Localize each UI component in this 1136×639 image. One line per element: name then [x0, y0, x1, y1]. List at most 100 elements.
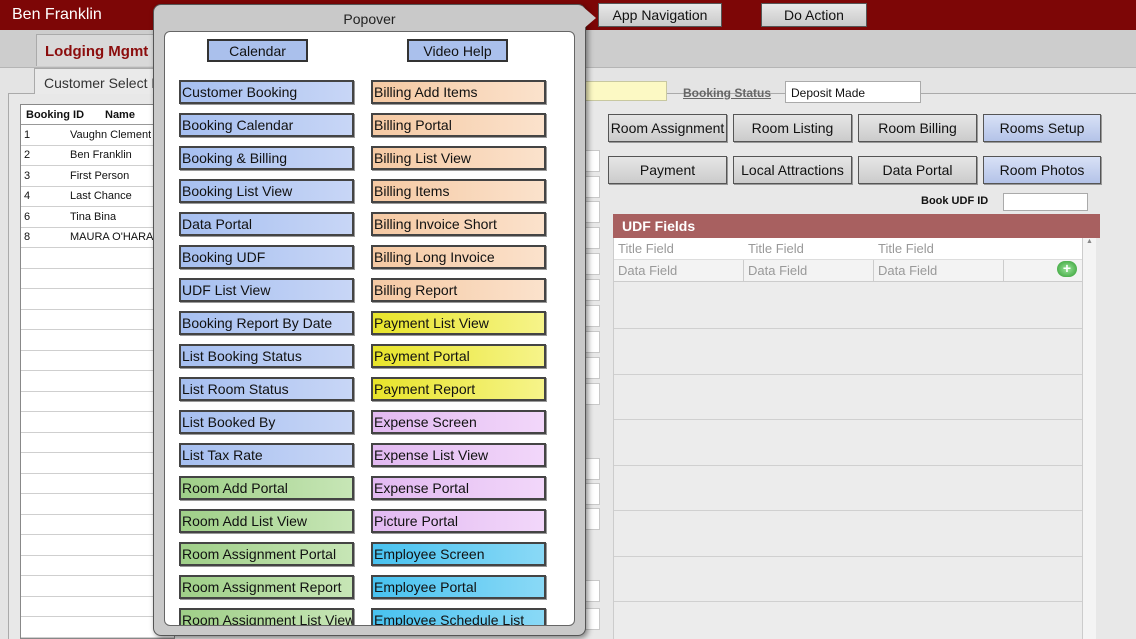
nav-payment-portal[interactable]: Payment Portal — [371, 344, 546, 368]
udf-title-field[interactable]: Title Field — [874, 238, 1004, 259]
nav-list-booked-by[interactable]: List Booked By — [179, 410, 354, 434]
tab-lodging-mgmt[interactable]: Lodging Mgmt — [36, 34, 166, 66]
room-billing-button[interactable]: Room Billing — [858, 114, 977, 142]
app-navigation-button[interactable]: App Navigation — [598, 3, 722, 27]
video-help-button[interactable]: Video Help — [407, 39, 508, 62]
nav-employee-screen[interactable]: Employee Screen — [371, 542, 546, 566]
booking-id-cell: 4 — [24, 190, 31, 203]
nav-payment-report[interactable]: Payment Report — [371, 377, 546, 401]
name-cell: MAURA O'HARA — [70, 231, 154, 244]
udf-data-field[interactable]: Data Field — [744, 260, 874, 281]
form-field[interactable] — [585, 253, 600, 275]
form-field[interactable] — [585, 608, 600, 630]
udf-title-row: Title Field Title Field Title Field — [614, 238, 1083, 260]
form-field[interactable] — [585, 508, 600, 530]
form-field[interactable] — [585, 483, 600, 505]
table-row-empty — [21, 371, 174, 392]
nav-room-assignment-report[interactable]: Room Assignment Report — [179, 575, 354, 599]
booking-id-cell: 1 — [24, 128, 31, 141]
room-assignment-button[interactable]: Room Assignment — [608, 114, 727, 142]
local-attractions-button[interactable]: Local Attractions — [733, 156, 852, 184]
form-field[interactable] — [585, 201, 600, 223]
payment-button[interactable]: Payment — [608, 156, 727, 184]
popover-content: Calendar Video Help Customer Booking Boo… — [164, 31, 575, 626]
column-header-booking-id: Booking ID — [26, 108, 85, 121]
nav-booking-udf[interactable]: Booking UDF — [179, 245, 354, 269]
form-field[interactable] — [585, 357, 600, 379]
udf-data-field[interactable]: Data Field — [874, 260, 1004, 281]
booking-id-cell: 6 — [24, 210, 31, 223]
add-icon[interactable]: + — [1057, 261, 1077, 277]
nav-billing-portal[interactable]: Billing Portal — [371, 113, 546, 137]
nav-booking-report-by-date[interactable]: Booking Report By Date — [179, 311, 354, 335]
nav-expense-portal[interactable]: Expense Portal — [371, 476, 546, 500]
room-listing-button[interactable]: Room Listing — [733, 114, 852, 142]
nav-booking-calendar[interactable]: Booking Calendar — [179, 113, 354, 137]
form-field[interactable] — [585, 279, 600, 301]
rooms-setup-button[interactable]: Rooms Setup — [983, 114, 1101, 142]
highlight-field[interactable] — [583, 81, 667, 101]
nav-udf-list-view[interactable]: UDF List View — [179, 278, 354, 302]
table-row[interactable]: 1 Vaughn Clement — [21, 125, 174, 146]
form-field[interactable] — [585, 150, 600, 172]
booking-id-cell: 2 — [24, 149, 31, 162]
calendar-button[interactable]: Calendar — [207, 39, 308, 62]
table-row[interactable]: 4 Last Chance — [21, 187, 174, 207]
table-header: Booking ID Name — [21, 105, 174, 125]
form-field[interactable] — [585, 305, 600, 327]
nav-payment-list-view[interactable]: Payment List View — [371, 311, 546, 335]
nav-room-add-list-view[interactable]: Room Add List View — [179, 509, 354, 533]
row-divider — [614, 328, 1083, 329]
nav-billing-invoice-short[interactable]: Billing Invoice Short — [371, 212, 546, 236]
nav-billing-add-items[interactable]: Billing Add Items — [371, 80, 546, 104]
form-field[interactable] — [585, 383, 600, 405]
nav-expense-list-view[interactable]: Expense List View — [371, 443, 546, 467]
nav-billing-list-view[interactable]: Billing List View — [371, 146, 546, 170]
booking-status-field[interactable]: Deposit Made — [785, 81, 921, 103]
nav-billing-report[interactable]: Billing Report — [371, 278, 546, 302]
nav-data-portal[interactable]: Data Portal — [179, 212, 354, 236]
name-cell: Tina Bina — [70, 210, 117, 223]
table-row[interactable]: 3 First Person — [21, 166, 174, 187]
nav-picture-portal[interactable]: Picture Portal — [371, 509, 546, 533]
table-row[interactable]: 6 Tina Bina — [21, 207, 174, 228]
name-cell: Vaughn Clement — [70, 128, 152, 141]
nav-employee-portal[interactable]: Employee Portal — [371, 575, 546, 599]
nav-list-booking-status[interactable]: List Booking Status — [179, 344, 354, 368]
udf-scrollbar[interactable]: ▲ — [1082, 238, 1096, 639]
nav-booking-list-view[interactable]: Booking List View — [179, 179, 354, 203]
form-field[interactable] — [585, 176, 600, 198]
book-udf-id-field[interactable] — [1003, 193, 1088, 211]
scroll-up-icon[interactable]: ▲ — [1086, 238, 1093, 245]
nav-expense-screen[interactable]: Expense Screen — [371, 410, 546, 434]
user-name: Ben Franklin — [12, 6, 102, 23]
nav-booking-billing[interactable]: Booking & Billing — [179, 146, 354, 170]
do-action-button[interactable]: Do Action — [761, 3, 867, 27]
table-row[interactable]: 2 Ben Franklin — [21, 146, 174, 166]
row-divider — [614, 510, 1083, 511]
nav-room-assignment-list-view[interactable]: Room Assignment List View — [179, 608, 354, 625]
nav-employee-schedule-list[interactable]: Employee Schedule List — [371, 608, 546, 625]
udf-data-field[interactable]: Data Field — [614, 260, 744, 281]
nav-room-add-portal[interactable]: Room Add Portal — [179, 476, 354, 500]
nav-list-tax-rate[interactable]: List Tax Rate — [179, 443, 354, 467]
udf-title-field[interactable]: Title Field — [744, 238, 874, 259]
table-row-empty — [21, 310, 174, 330]
udf-title-field[interactable]: Title Field — [614, 238, 744, 259]
data-portal-button[interactable]: Data Portal — [858, 156, 977, 184]
table-row-empty — [21, 351, 174, 371]
nav-billing-long-invoice[interactable]: Billing Long Invoice — [371, 245, 546, 269]
room-photos-button[interactable]: Room Photos — [983, 156, 1101, 184]
nav-list-room-status[interactable]: List Room Status — [179, 377, 354, 401]
form-field[interactable] — [585, 227, 600, 249]
form-field[interactable] — [585, 580, 600, 602]
nav-customer-booking[interactable]: Customer Booking — [179, 80, 354, 104]
table-row-empty — [21, 412, 174, 433]
form-field[interactable] — [585, 458, 600, 480]
table-row[interactable]: 8 MAURA O'HARA — [21, 228, 174, 248]
nav-room-assignment-portal[interactable]: Room Assignment Portal — [179, 542, 354, 566]
nav-billing-items[interactable]: Billing Items — [371, 179, 546, 203]
form-field[interactable] — [585, 331, 600, 353]
row-divider — [614, 419, 1083, 420]
table-row-empty — [21, 289, 174, 310]
